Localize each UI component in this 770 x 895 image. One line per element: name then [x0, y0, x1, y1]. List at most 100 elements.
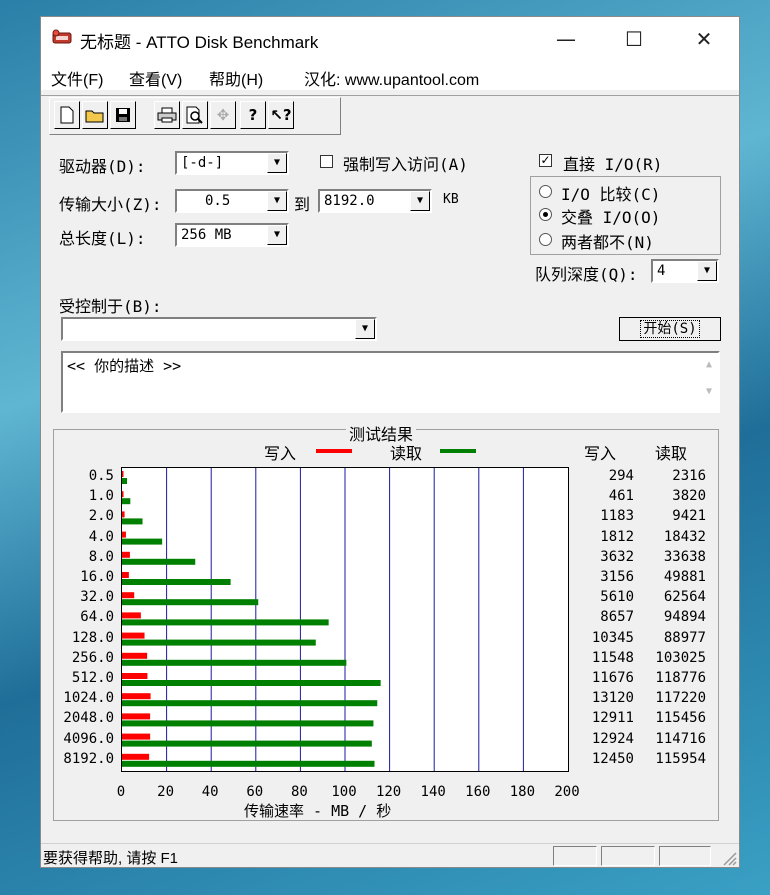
drive-value: [-d-]	[181, 155, 224, 171]
menu-view[interactable]: 查看(V)	[129, 66, 182, 90]
description-text: << 你的描述 >>	[67, 357, 182, 375]
read-value: 114716	[655, 730, 706, 747]
read-bar	[122, 659, 347, 666]
write-value: 5610	[600, 589, 634, 606]
read-value: 103025	[655, 649, 706, 666]
description-textarea[interactable]: << 你的描述 >> ▲ ▼	[61, 351, 720, 413]
write-bar	[122, 673, 148, 679]
print-preview-icon[interactable]	[182, 101, 208, 129]
neither-radio[interactable]	[539, 233, 552, 246]
new-file-icon[interactable]	[54, 101, 80, 129]
drive-label: 驱动器(D):	[59, 157, 146, 176]
x-tick-label: 20	[157, 784, 175, 800]
start-button-label: 开始(S)	[640, 320, 700, 338]
maximize-button[interactable]: ☐	[611, 17, 657, 62]
x-tick-label: 0	[116, 784, 126, 800]
read-bar	[122, 518, 143, 525]
y-tick-label: 8.0	[88, 548, 114, 565]
chevron-down-icon[interactable]: ▼	[697, 261, 717, 281]
y-tick-label: 128.0	[71, 629, 114, 646]
menu-localization[interactable]: 汉化: www.upantool.com	[304, 66, 479, 90]
force-write-checkbox[interactable]	[320, 155, 333, 168]
write-value: 461	[608, 488, 634, 505]
write-bar	[122, 652, 148, 659]
io-compare-radio[interactable]	[539, 185, 552, 198]
transfer-from-value: 0.5	[205, 193, 231, 209]
start-button[interactable]: 开始(S)	[619, 317, 721, 341]
queue-depth-select[interactable]: 4 ▼	[651, 259, 719, 283]
y-tick-label: 256.0	[71, 649, 114, 666]
to-label: 到	[294, 195, 311, 214]
y-tick-label: 32.0	[80, 589, 114, 606]
y-tick-label: 64.0	[80, 609, 114, 626]
description-scrollbar[interactable]: ▲ ▼	[700, 353, 718, 411]
write-value: 12924	[591, 730, 634, 747]
direct-io-checkbox[interactable]: ✓	[539, 154, 552, 167]
direct-io-label: 直接 I/O(R)	[563, 155, 663, 174]
write-value: 1183	[600, 508, 634, 525]
transfer-from-select[interactable]: 0.5 ▼	[175, 189, 289, 213]
menu-file[interactable]: 文件(F)	[51, 66, 103, 90]
overlapped-io-radio[interactable]	[539, 208, 552, 221]
chevron-down-icon[interactable]: ▼	[267, 225, 287, 245]
write-value: 1812	[600, 528, 634, 545]
save-icon[interactable]	[110, 101, 136, 129]
move-icon[interactable]: ✥	[210, 101, 236, 129]
toolbar: ✥ ? ↖?	[49, 97, 341, 135]
io-compare-label: I/O 比较(C)	[561, 185, 661, 204]
total-length-select[interactable]: 256 MB ▼	[175, 223, 289, 247]
status-pane-3	[659, 846, 711, 866]
force-write-label: 强制写入访问(A)	[343, 155, 468, 174]
read-value: 33638	[663, 548, 706, 565]
read-value: 94894	[663, 609, 706, 626]
x-tick-label: 100	[331, 784, 357, 800]
y-tick-label: 1024.0	[63, 690, 114, 707]
chart-svg	[122, 468, 524, 771]
minimize-button[interactable]: —	[543, 17, 589, 62]
print-icon[interactable]	[154, 101, 180, 129]
x-tick-label: 160	[465, 784, 491, 800]
transfer-size-label: 传输大小(Z):	[59, 195, 162, 214]
read-value: 9421	[672, 508, 706, 525]
window-title: 无标题 - ATTO Disk Benchmark	[80, 33, 319, 52]
write-bar	[122, 612, 141, 619]
open-folder-icon[interactable]	[82, 101, 108, 129]
help-icon[interactable]: ?	[240, 101, 266, 129]
drive-select[interactable]: [-d-] ▼	[175, 151, 289, 175]
total-length-value: 256 MB	[181, 227, 232, 243]
menu-help[interactable]: 帮助(H)	[209, 66, 263, 90]
chevron-down-icon[interactable]: ▼	[267, 153, 287, 173]
read-column-header: 读取	[655, 444, 688, 463]
write-bar	[122, 511, 125, 518]
read-bar	[122, 639, 316, 646]
read-bar	[122, 538, 163, 545]
context-help-icon[interactable]: ↖?	[268, 101, 294, 129]
read-bar	[122, 498, 131, 505]
write-bar	[122, 572, 129, 578]
legend-read-swatch	[440, 449, 476, 453]
read-bar	[122, 579, 231, 585]
y-tick-label: 0.5	[88, 468, 114, 484]
transfer-to-select[interactable]: 8192.0 ▼	[318, 189, 432, 213]
x-tick-label: 80	[290, 784, 308, 800]
title-bar: 无标题 - ATTO Disk Benchmark — ☐ ✕	[41, 17, 739, 62]
close-button[interactable]: ✕	[681, 17, 727, 62]
chevron-down-icon[interactable]: ▼	[355, 319, 375, 339]
chevron-down-icon[interactable]: ▼	[410, 191, 430, 211]
write-value: 11676	[591, 670, 634, 686]
chevron-down-icon[interactable]: ▼	[267, 191, 287, 211]
write-value: 12911	[591, 710, 634, 727]
legend-read-label: 读取	[390, 444, 423, 463]
chart-plot-area	[121, 467, 569, 772]
resize-grip-icon[interactable]	[721, 850, 737, 866]
y-tick-label: 16.0	[80, 569, 114, 585]
write-value: 11548	[591, 649, 634, 666]
y-tick-label: 4096.0	[63, 730, 114, 747]
controlled-by-select[interactable]: ▼	[61, 317, 377, 341]
write-value: 294	[608, 468, 634, 484]
write-value: 12450	[591, 750, 634, 767]
scroll-down-icon[interactable]: ▼	[700, 386, 718, 397]
transfer-to-value: 8192.0	[324, 193, 375, 209]
kb-label: KB	[443, 192, 459, 207]
scroll-up-icon[interactable]: ▲	[700, 359, 718, 370]
